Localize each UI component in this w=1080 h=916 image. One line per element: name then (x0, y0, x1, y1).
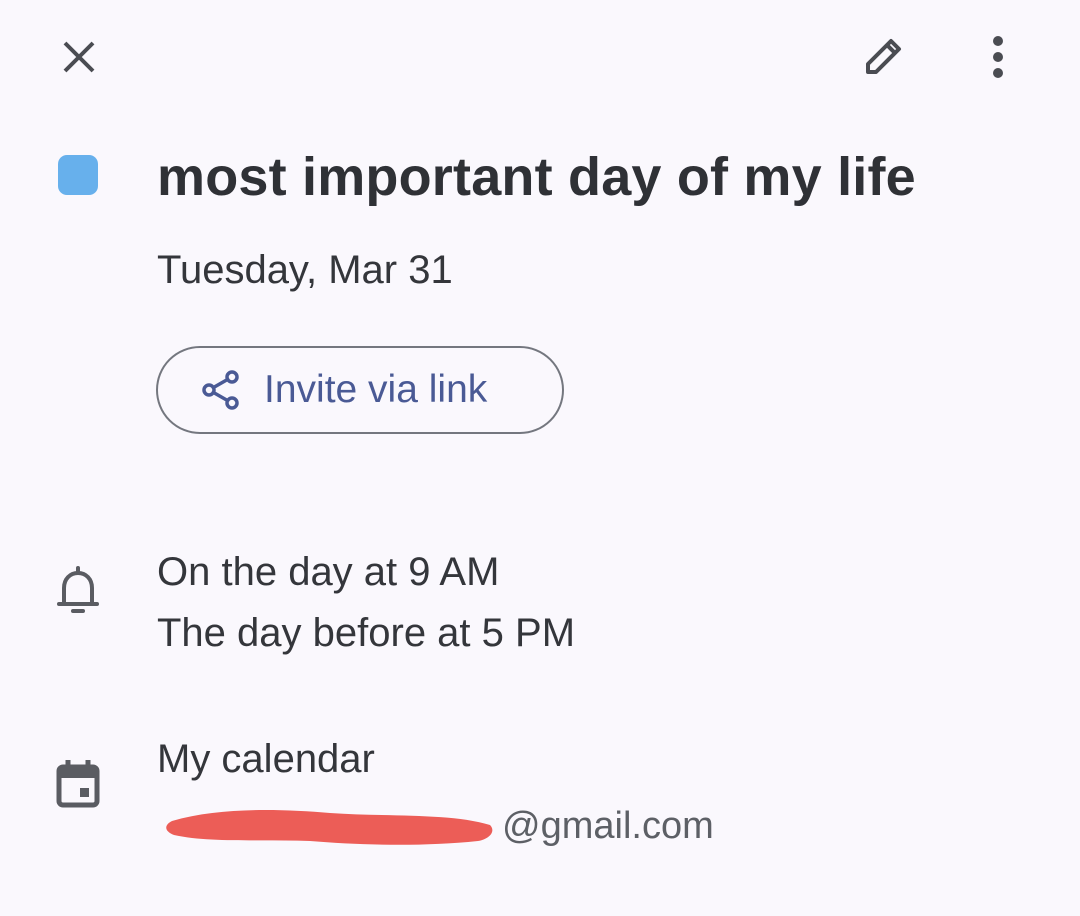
calendar-icon (52, 755, 104, 811)
share-icon (198, 367, 244, 413)
edit-button[interactable] (852, 26, 914, 88)
event-detail-screen: most important day of my life Tuesday, M… (0, 0, 1080, 916)
event-title: most important day of my life (157, 147, 916, 207)
close-icon (63, 41, 95, 73)
more-vert-icon (993, 36, 1003, 78)
bell-icon (52, 564, 104, 618)
event-date: Tuesday, Mar 31 (157, 248, 453, 292)
redaction-scribble (166, 810, 493, 845)
invite-via-link-button[interactable]: Invite via link (156, 346, 564, 434)
reminder-item: The day before at 5 PM (157, 611, 576, 655)
calendar-name: My calendar (157, 737, 375, 781)
invite-label: Invite via link (264, 368, 488, 411)
email-visible-suffix: @gmail.com (502, 805, 714, 847)
close-button[interactable] (50, 28, 108, 86)
event-color-chip (58, 155, 98, 195)
pencil-icon (866, 39, 901, 74)
more-options-button[interactable] (970, 26, 1026, 88)
reminder-item: On the day at 9 AM (157, 550, 500, 594)
